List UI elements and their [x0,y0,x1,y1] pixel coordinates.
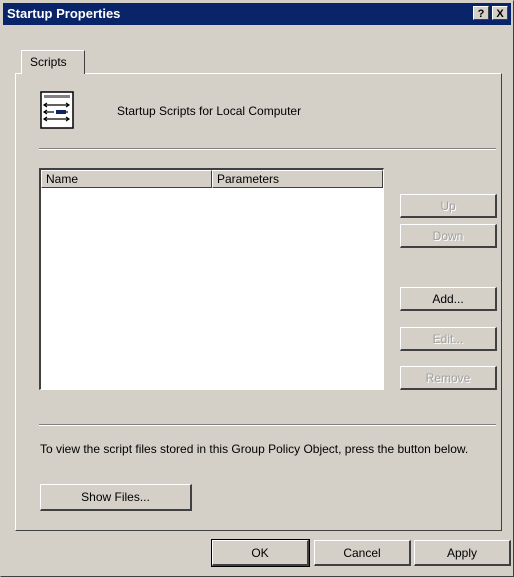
info-text: To view the script files stored in this … [40,442,469,456]
header-text: Startup Scripts for Local Computer [117,104,302,118]
column-header-parameters[interactable]: Parameters [212,170,383,188]
up-button[interactable]: Up [400,194,497,218]
column-header-name[interactable]: Name [41,170,212,188]
tab-scripts-label: Scripts [30,55,67,69]
apply-button[interactable]: Apply [414,540,511,566]
ok-button[interactable]: OK [211,539,310,567]
add-button[interactable]: Add... [400,287,497,311]
script-file-icon [40,91,74,129]
tab-scripts[interactable]: Scripts [21,50,85,74]
separator-bottom [39,424,496,426]
separator-top [39,148,496,150]
close-button[interactable]: X [492,6,508,20]
cancel-button[interactable]: Cancel [314,540,411,566]
window-title: Startup Properties [7,6,121,21]
help-button[interactable]: ? [473,6,489,20]
show-files-button[interactable]: Show Files... [40,484,192,511]
down-button[interactable]: Down [400,224,497,248]
startup-properties-dialog: Startup Properties ? X Scripts Startup S… [0,0,514,577]
remove-button[interactable]: Remove [400,366,497,390]
scripts-list[interactable]: Name Parameters [39,168,384,390]
edit-button[interactable]: Edit... [400,327,497,351]
title-bar[interactable]: Startup Properties ? X [3,3,511,25]
